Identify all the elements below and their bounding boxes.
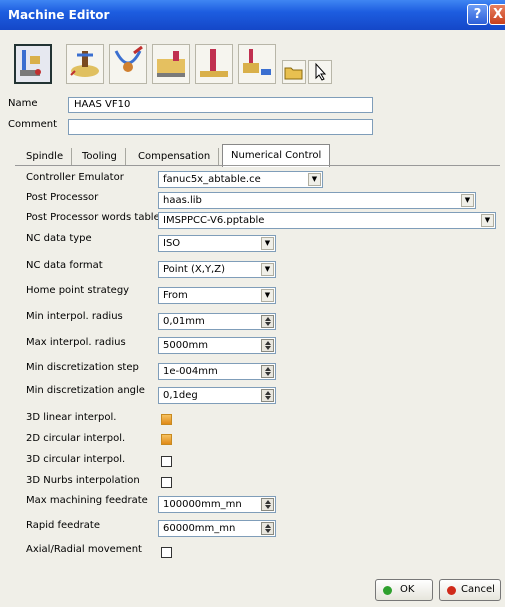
max-machining-feedrate-value: 100000mm_mn: [163, 499, 242, 510]
max-machining-feedrate-label: Max machining feedrate: [26, 495, 148, 506]
comment-label: Comment: [8, 119, 57, 130]
min-interpol-radius-label: Min interpol. radius: [26, 311, 123, 322]
rapid-feedrate-label: Rapid feedrate: [26, 520, 100, 531]
nc-data-type-value: ISO: [163, 238, 181, 249]
machine-editor-dialog: Machine Editor ? X Name HAAS VF10 Commen…: [0, 0, 505, 607]
circular-2d-label: 2D circular interpol.: [26, 433, 126, 444]
max-interpol-radius-label: Max interpol. radius: [26, 337, 126, 348]
mill-turn-machine-icon[interactable]: [238, 44, 276, 84]
spinner-icon[interactable]: [261, 498, 274, 511]
machine-3axis-icon[interactable]: [14, 44, 52, 84]
name-field[interactable]: HAAS VF10: [68, 97, 373, 113]
pp-words-table-label: Post Processor words table: [26, 212, 160, 223]
close-button[interactable]: X: [489, 4, 505, 25]
linear-3d-label: 3D linear interpol.: [26, 412, 117, 423]
cancel-label: Cancel: [461, 584, 495, 595]
min-discretization-angle-input[interactable]: 0,1deg: [158, 387, 276, 404]
machine-5axis-icon[interactable]: [109, 44, 147, 84]
spinner-icon[interactable]: [261, 389, 274, 402]
tab-spindle[interactable]: Spindle: [18, 148, 73, 166]
min-interpol-radius-value: 0,01mm: [163, 316, 205, 327]
machine-3axis-table-icon[interactable]: [66, 44, 104, 84]
chevron-down-icon[interactable]: ▼: [261, 289, 274, 302]
spinner-icon[interactable]: [261, 339, 274, 352]
controller-emulator-label: Controller Emulator: [26, 172, 124, 183]
pp-words-table-select[interactable]: IMSPPCC-V6.pptable ▼: [158, 212, 496, 229]
title-bar[interactable]: Machine Editor ? X: [0, 0, 505, 30]
home-point-strategy-label: Home point strategy: [26, 285, 130, 296]
chevron-down-icon[interactable]: ▼: [261, 263, 274, 276]
chevron-down-icon[interactable]: ▼: [481, 214, 494, 227]
chevron-down-icon[interactable]: ▼: [461, 194, 474, 207]
machine-type-toolbar: [10, 36, 360, 88]
machine-spindle-icon[interactable]: [195, 44, 233, 84]
name-label: Name: [8, 98, 38, 109]
circular-3d-label: 3D circular interpol.: [26, 454, 126, 465]
circular-3d-checkbox[interactable]: [161, 456, 172, 467]
min-interpol-radius-input[interactable]: 0,01mm: [158, 313, 276, 330]
nc-data-format-label: NC data format: [26, 260, 103, 271]
cancel-icon: [447, 586, 456, 595]
select-cursor-icon[interactable]: [308, 60, 332, 84]
chevron-down-icon[interactable]: ▼: [261, 237, 274, 250]
max-interpol-radius-value: 5000mm: [163, 340, 208, 351]
axial-radial-checkbox[interactable]: [161, 547, 172, 558]
ok-label: OK: [400, 584, 415, 595]
pp-words-table-value: IMSPPCC-V6.pptable: [163, 215, 265, 226]
home-point-strategy-value: From: [163, 290, 188, 301]
rapid-feedrate-value: 60000mm_mn: [163, 523, 236, 534]
ok-button[interactable]: OK: [375, 579, 433, 601]
min-discretization-step-label: Min discretization step: [26, 362, 139, 373]
tab-numerical-control[interactable]: Numerical Control: [222, 144, 331, 167]
max-interpol-radius-input[interactable]: 5000mm: [158, 337, 276, 354]
post-processor-label: Post Processor: [26, 192, 99, 203]
home-point-strategy-select[interactable]: From ▼: [158, 287, 276, 304]
min-discretization-angle-value: 0,1deg: [163, 390, 198, 401]
linear-3d-checkbox[interactable]: [161, 414, 172, 425]
controller-emulator-select[interactable]: fanuc5x_abtable.ce ▼: [158, 171, 323, 188]
lathe-machine-icon[interactable]: [152, 44, 190, 84]
window-title: Machine Editor: [8, 8, 110, 22]
open-folder-icon[interactable]: [282, 60, 306, 84]
cancel-button[interactable]: Cancel: [439, 579, 501, 601]
max-machining-feedrate-input[interactable]: 100000mm_mn: [158, 496, 276, 513]
nc-data-format-value: Point (X,Y,Z): [163, 264, 225, 275]
min-discretization-step-input[interactable]: 1e-004mm: [158, 363, 276, 380]
min-discretization-angle-label: Min discretization angle: [26, 385, 145, 396]
ok-icon: [383, 586, 392, 595]
tab-tooling[interactable]: Tooling: [74, 148, 126, 166]
controller-emulator-value: fanuc5x_abtable.ce: [163, 174, 261, 185]
nc-data-format-select[interactable]: Point (X,Y,Z) ▼: [158, 261, 276, 278]
circular-2d-checkbox[interactable]: [161, 434, 172, 445]
nurbs-3d-label: 3D Nurbs interpolation: [26, 475, 140, 486]
nc-data-type-label: NC data type: [26, 233, 92, 244]
axial-radial-label: Axial/Radial movement: [26, 544, 142, 555]
rapid-feedrate-input[interactable]: 60000mm_mn: [158, 520, 276, 537]
spinner-icon[interactable]: [261, 315, 274, 328]
post-processor-value: haas.lib: [163, 195, 202, 206]
help-button[interactable]: ?: [467, 4, 488, 25]
spinner-icon[interactable]: [261, 365, 274, 378]
comment-field[interactable]: [68, 119, 373, 135]
nc-data-type-select[interactable]: ISO ▼: [158, 235, 276, 252]
tab-compensation[interactable]: Compensation: [130, 148, 220, 166]
post-processor-select[interactable]: haas.lib ▼: [158, 192, 476, 209]
spinner-icon[interactable]: [261, 522, 274, 535]
nurbs-3d-checkbox[interactable]: [161, 477, 172, 488]
tab-bar: Spindle Tooling Compensation Numerical C…: [18, 144, 338, 167]
min-discretization-step-value: 1e-004mm: [163, 366, 218, 377]
chevron-down-icon[interactable]: ▼: [308, 173, 321, 186]
